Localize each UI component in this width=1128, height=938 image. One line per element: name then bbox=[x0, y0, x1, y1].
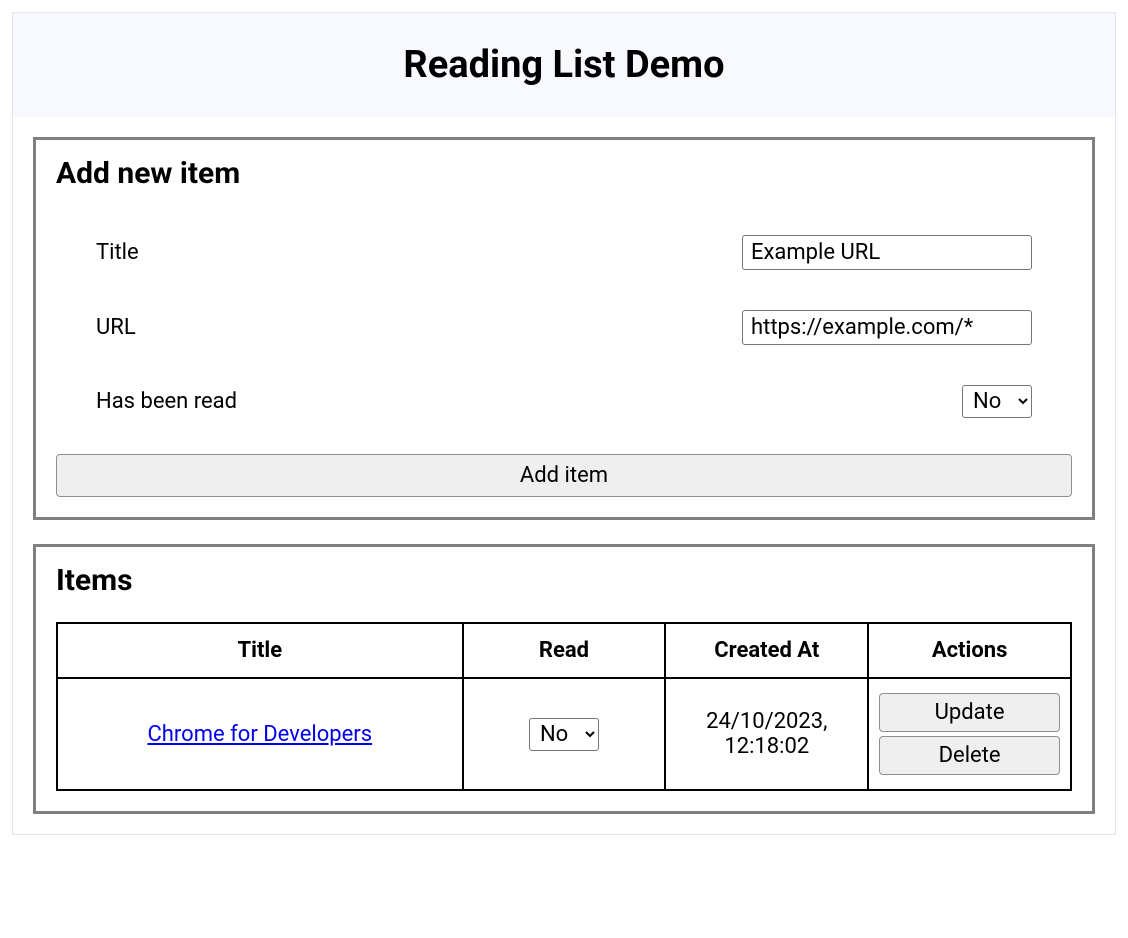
cell-actions: Update Delete bbox=[868, 678, 1071, 790]
title-row: Title bbox=[56, 215, 1072, 290]
url-input[interactable] bbox=[742, 310, 1032, 345]
has-read-select[interactable]: No Yes bbox=[962, 385, 1032, 418]
col-header-created-at: Created At bbox=[665, 623, 868, 678]
cell-read: No Yes bbox=[463, 678, 666, 790]
items-heading: Items bbox=[56, 563, 1072, 598]
title-input[interactable] bbox=[742, 235, 1032, 270]
items-section: Items Title Read Created At Actions Chro… bbox=[33, 544, 1095, 814]
table-row: Chrome for Developers No Yes 24/10/2023,… bbox=[57, 678, 1071, 790]
has-read-label: Has been read bbox=[96, 389, 237, 414]
col-header-title: Title bbox=[57, 623, 463, 678]
item-title-link[interactable]: Chrome for Developers bbox=[147, 722, 372, 747]
update-button[interactable]: Update bbox=[879, 693, 1060, 732]
add-item-section: Add new item Title URL Has been read No … bbox=[33, 137, 1095, 520]
items-table: Title Read Created At Actions Chrome for… bbox=[56, 622, 1072, 791]
col-header-read: Read bbox=[463, 623, 666, 678]
has-read-row: Has been read No Yes bbox=[56, 365, 1072, 438]
app-container: Reading List Demo Add new item Title URL… bbox=[12, 12, 1116, 835]
page-header: Reading List Demo bbox=[13, 13, 1115, 117]
row-read-select[interactable]: No Yes bbox=[529, 718, 599, 751]
cell-title: Chrome for Developers bbox=[57, 678, 463, 790]
title-label: Title bbox=[96, 240, 139, 265]
add-item-button[interactable]: Add item bbox=[56, 454, 1072, 497]
cell-created-at: 24/10/2023, 12:18:02 bbox=[665, 678, 868, 790]
url-row: URL bbox=[56, 290, 1072, 365]
table-header-row: Title Read Created At Actions bbox=[57, 623, 1071, 678]
delete-button[interactable]: Delete bbox=[879, 736, 1060, 775]
page-title: Reading List Demo bbox=[33, 43, 1095, 87]
col-header-actions: Actions bbox=[868, 623, 1071, 678]
url-label: URL bbox=[96, 315, 136, 340]
add-item-heading: Add new item bbox=[56, 156, 1072, 191]
page-content: Add new item Title URL Has been read No … bbox=[13, 117, 1115, 834]
